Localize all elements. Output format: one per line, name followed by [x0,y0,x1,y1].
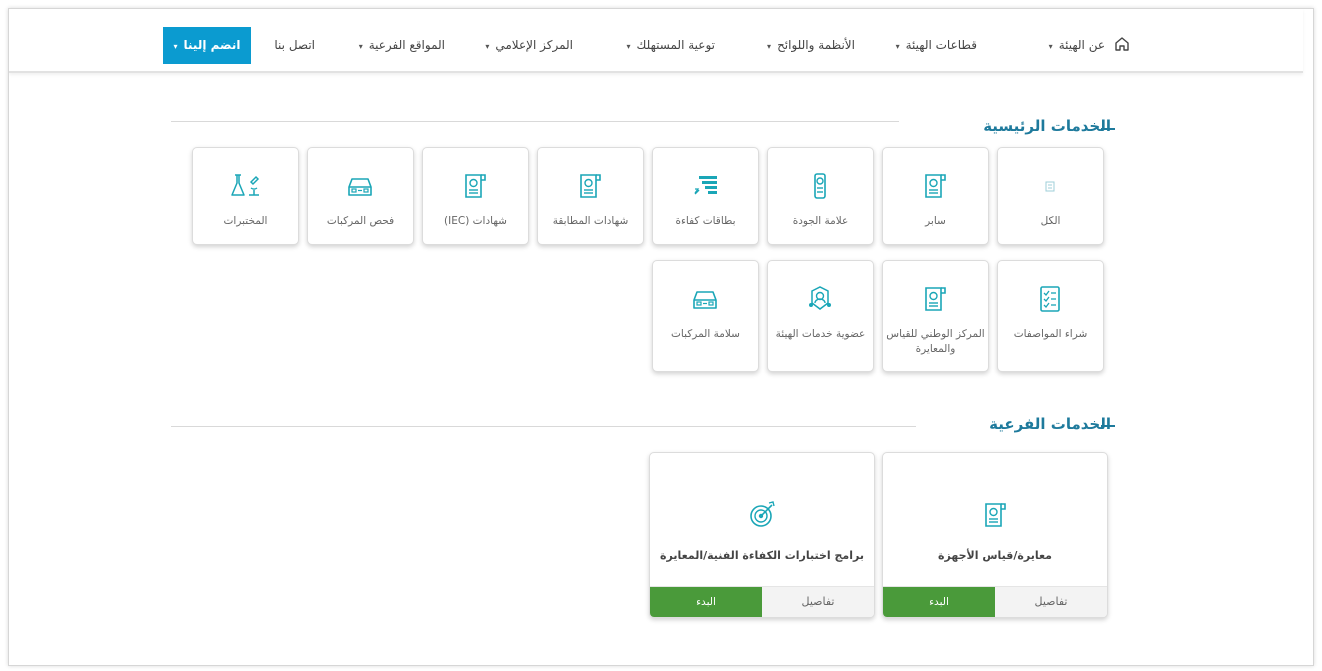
certificate-scroll-icon [459,170,491,202]
service-card-iec-certificates[interactable]: شهادات (IEC) [422,147,529,245]
details-button[interactable]: تفاصيل [995,587,1107,617]
lab-icon [229,170,261,202]
sub-service-footer: البدء تفاصيل [883,586,1107,617]
certificate-scroll-icon [574,170,606,202]
certificate-scroll-icon [979,499,1011,531]
service-card-conformity-certificates[interactable]: شهادات المطابقة [537,147,644,245]
main-services-title: الخدمات الرئيسية [983,117,1111,135]
efficiency-card-icon [689,170,721,202]
nav-item-media-center[interactable]: المركز الإعلامي▾ [485,35,573,55]
top-nav: عن الهيئة▾ قطاعات الهيئة▾ الأنظمة واللوا… [9,9,1303,73]
checklist-icon [1034,283,1066,315]
home-icon[interactable] [1113,35,1131,53]
page-frame: عن الهيئة▾ قطاعات الهيئة▾ الأنظمة واللوا… [8,8,1314,666]
service-card-national-metrology-center[interactable]: المركز الوطني للقياس والمعايرة [882,260,989,372]
service-card-vehicle-inspection[interactable]: فحص المركبات [307,147,414,245]
nav-item-contact[interactable]: اتصل بنا [274,35,315,55]
chevron-down-icon: ▾ [358,42,363,51]
chevron-down-icon: ▾ [173,42,178,51]
quality-mark-icon [804,170,836,202]
nav-item-sectors[interactable]: قطاعات الهيئة▾ [896,35,977,55]
service-card-membership[interactable]: عضوية خدمات الهيئة [767,260,874,372]
section-divider [171,426,916,427]
sub-service-title: برامج اختبارات الكفاءة الفنية/المعايرة [660,549,864,562]
service-card-saber[interactable]: سابر [882,147,989,245]
service-card-all[interactable]: الكل [997,147,1104,245]
service-card-quality-mark[interactable]: علامة الجودة [767,147,874,245]
start-button[interactable]: البدء [883,587,995,617]
target-icon [746,499,778,531]
sub-service-footer: البدء تفاصيل [650,586,874,617]
chevron-down-icon: ▾ [626,42,631,51]
nav-item-consumer-awareness[interactable]: توعية المستهلك▾ [627,35,715,55]
car-icon [344,170,376,202]
sub-service-title: معايرة/قياس الأجهزة [938,549,1052,562]
service-card-efficiency-cards[interactable]: بطاقات كفاءة [652,147,759,245]
join-us-button[interactable]: انضم إلينا▾ [163,27,251,64]
sub-service-card-proficiency-testing: برامج اختبارات الكفاءة الفنية/المعايرة ا… [649,452,875,618]
chevron-down-icon: ▾ [485,42,490,51]
chevron-down-icon: ▾ [767,42,772,51]
certificate-scroll-icon [919,170,951,202]
sub-services-title: الخدمات الفرعية [989,415,1111,433]
section-divider [171,121,899,122]
membership-icon [804,283,836,315]
service-card-vehicle-safety[interactable]: سلامة المركبات [652,260,759,372]
nav-item-about[interactable]: عن الهيئة▾ [1049,35,1105,55]
sub-service-card-device-calibration: معايرة/قياس الأجهزة البدء تفاصيل [882,452,1108,618]
details-button[interactable]: تفاصيل [762,587,874,617]
car-icon [689,283,721,315]
chevron-down-icon: ▾ [895,42,900,51]
service-card-buy-standards[interactable]: شراء المواصفات [997,260,1104,372]
service-card-laboratories[interactable]: المختبرات [192,147,299,245]
start-button[interactable]: البدء [650,587,762,617]
chevron-down-icon: ▾ [1048,42,1053,51]
certificate-scroll-icon [919,283,951,315]
nav-item-regulations[interactable]: الأنظمة واللوائح▾ [767,35,855,55]
grid-icon [1034,170,1066,202]
nav-item-sub-sites[interactable]: المواقع الفرعية▾ [359,35,445,55]
